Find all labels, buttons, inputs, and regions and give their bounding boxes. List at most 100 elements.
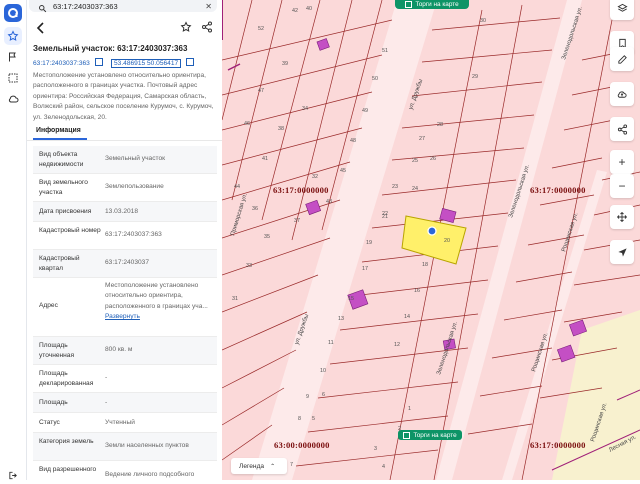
row-label: Вид объекта недвижимости	[39, 151, 84, 169]
cadastral-block-label: 63:17:0000000	[530, 440, 586, 450]
layers-button[interactable]	[610, 0, 634, 20]
expand-address-link[interactable]: Развернуть	[105, 313, 140, 320]
move-icon	[617, 212, 627, 222]
share-icon[interactable]	[201, 20, 213, 38]
row-label: Кадастровый квартал	[39, 255, 80, 273]
panel-header	[27, 18, 222, 38]
flag-icon[interactable]	[4, 48, 22, 66]
row-value: Учтенный	[105, 419, 135, 426]
zoom-in-button[interactable]: +	[610, 150, 634, 174]
cadastral-map[interactable]: 63:17:0000000 63:17:0000000 63:00:000000…	[222, 0, 640, 480]
pencil-icon	[617, 54, 627, 64]
auctions-button-label: Торги на карте	[413, 431, 457, 439]
table-row: Вид разрешенного Ведение личного подсобн…	[33, 461, 217, 480]
edit-button[interactable]	[610, 47, 634, 71]
parcel-title: Земельный участок: 63:17:2403037:363	[33, 44, 188, 53]
row-value: Землепользование	[105, 183, 164, 190]
row-value: -	[105, 399, 108, 406]
table-row: Вид объекта недвижимости Земельный участ…	[33, 146, 217, 174]
navigation-arrow-icon	[617, 247, 627, 257]
copy-icon[interactable]	[94, 58, 103, 66]
row-label: Площадь уточненная	[39, 342, 75, 360]
share-icon	[617, 123, 627, 135]
locate-button[interactable]	[610, 240, 634, 264]
table-row: Категория земель Земли населенных пункто…	[33, 433, 217, 461]
parcel-marker-icon[interactable]	[427, 226, 437, 236]
cadastral-number-text: 63:17:2403037:363	[33, 60, 90, 67]
row-label: Площадь	[39, 399, 68, 406]
search-bar[interactable]: 63:17:2403037:363 ✕	[29, 0, 217, 13]
row-label: Категория земель	[39, 438, 94, 445]
search-input[interactable]: 63:17:2403037:363	[53, 2, 205, 11]
building	[556, 344, 576, 363]
address-value: Местоположение установлено относительно …	[105, 282, 208, 310]
row-label: Вид разрешенного	[39, 466, 97, 473]
favorite-star-icon[interactable]	[180, 20, 192, 38]
cloud-upload-icon	[617, 90, 627, 98]
cadastral-block-label: 63:00:0000000	[274, 440, 330, 450]
table-row: Вид земельного участка Землепользование	[33, 174, 217, 202]
selected-parcel[interactable]	[401, 215, 467, 265]
coordinates-box: 53.486915 50.056417	[111, 59, 182, 68]
coordinates-text: 53.486915 50.056417	[114, 60, 179, 67]
tab-information[interactable]: Информация	[36, 127, 81, 134]
table-row: Кадастровый квартал 63:17:2403037	[33, 250, 217, 278]
cadastral-block-label: 63:17:0000000	[273, 185, 329, 195]
legend-button[interactable]: Легенда ⌃	[231, 458, 287, 474]
table-row: Адрес Местоположение установлено относит…	[33, 278, 217, 337]
row-value: Земли населенных пунктов	[105, 442, 189, 449]
row-value: Ведение личного подсобного	[105, 471, 195, 478]
select-area-icon[interactable]	[4, 69, 22, 87]
cadastral-block-label: 63:17:0000000	[530, 185, 586, 195]
row-value: 13.03.2018	[105, 208, 139, 215]
table-row: Площадь декларированная -	[33, 365, 217, 393]
table-row: Площадь уточненная 800 кв. м	[33, 337, 217, 365]
building	[347, 289, 369, 310]
row-value: 63:17:2403037	[105, 259, 150, 266]
table-row: Дата присвоения 13.03.2018	[33, 202, 217, 222]
cadastral-number-chip[interactable]: 63:17:2403037:363	[33, 58, 103, 67]
pan-button[interactable]	[610, 205, 634, 229]
row-value: 800 кв. м	[105, 346, 133, 353]
auctions-map-button-top[interactable]: Торги на карте	[395, 0, 469, 9]
cloud-icon[interactable]	[4, 90, 22, 108]
tab-separator	[27, 140, 222, 141]
hammer-icon	[405, 1, 413, 8]
row-label: Дата присвоения	[39, 208, 92, 215]
building	[305, 199, 322, 216]
chevron-up-icon: ⌃	[270, 463, 276, 470]
row-label: Площадь декларированная	[39, 370, 94, 388]
table-row: Площадь -	[33, 393, 217, 413]
zoom-out-button[interactable]: −	[610, 174, 634, 198]
copy-coords-icon[interactable]	[186, 58, 195, 66]
search-icon	[38, 0, 47, 18]
cloud-upload-button[interactable]	[610, 82, 634, 106]
building	[442, 338, 456, 351]
row-value: Земельный участок	[105, 155, 166, 162]
row-label: Статус	[39, 419, 60, 426]
table-row: Кадастровый номер 63:17:2403037:363	[33, 222, 217, 250]
row-value: Местоположение установлено относительно …	[105, 281, 217, 322]
map-canvas[interactable]	[222, 0, 640, 480]
hammer-icon	[403, 431, 411, 439]
auctions-button-label: Торги на карте	[415, 1, 459, 8]
star-rail-icon[interactable]	[4, 27, 22, 45]
info-panel: 63:17:2403037:363 ✕ Земельный участок: 6…	[27, 0, 222, 480]
non-cadastral-zone	[552, 310, 640, 480]
left-rail	[0, 0, 27, 480]
plus-icon: +	[618, 155, 626, 169]
table-row: Статус Учтенный	[33, 413, 217, 433]
row-label: Кадастровый номер	[39, 227, 101, 234]
clear-search-icon[interactable]: ✕	[205, 2, 212, 11]
app-logo-icon[interactable]	[4, 4, 22, 22]
district-boundary-mark	[227, 63, 241, 71]
row-value: -	[105, 374, 108, 381]
logout-icon[interactable]	[4, 466, 22, 484]
coordinates-chip[interactable]: 53.486915 50.056417	[111, 58, 195, 68]
row-value: 63:17:2403037:363	[105, 231, 162, 238]
map-share-button[interactable]	[610, 117, 634, 141]
auctions-map-button-bottom[interactable]: Торги на карте	[398, 430, 462, 440]
location-description: Местоположение установлено относительно …	[33, 72, 214, 121]
back-arrow-icon[interactable]	[36, 21, 46, 39]
row-label: Вид земельного участка	[39, 179, 88, 197]
